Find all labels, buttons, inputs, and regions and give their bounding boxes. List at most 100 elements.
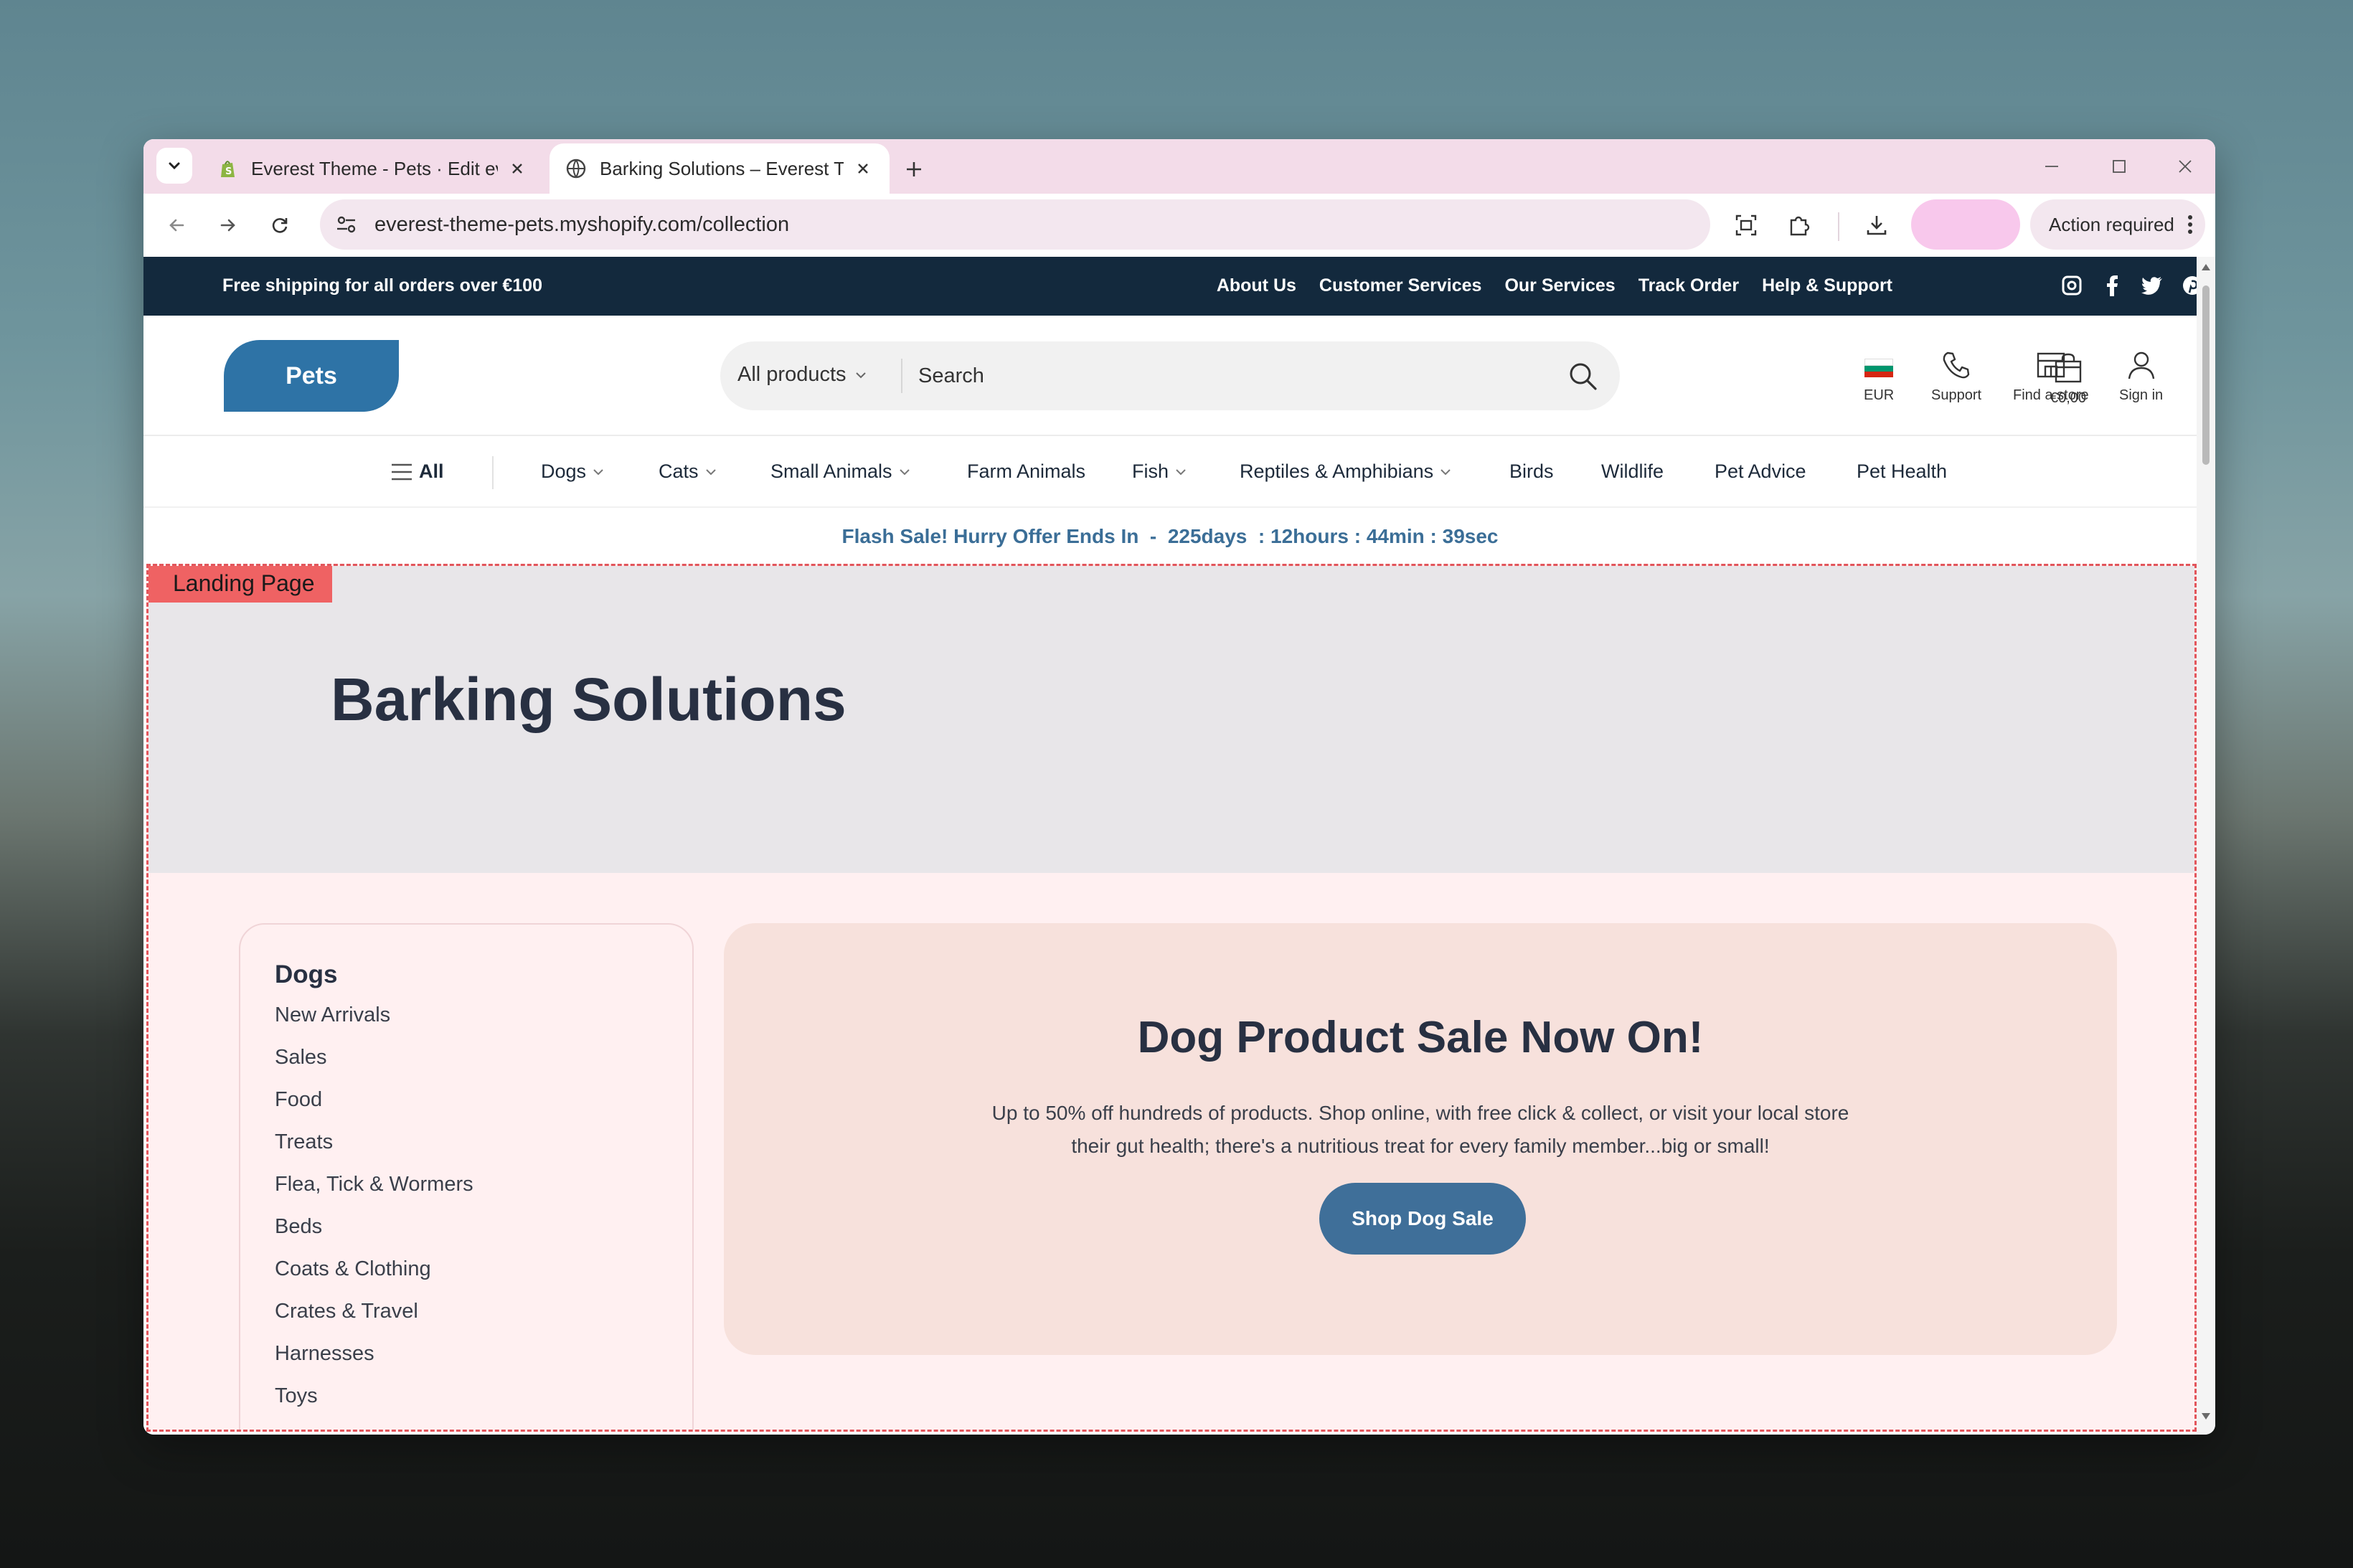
nav-item-dogs[interactable]: Dogs (541, 461, 605, 483)
shop-dog-sale-button[interactable]: Shop Dog Sale (1319, 1183, 1526, 1255)
sidebar-item-new-arrivals[interactable]: New Arrivals (275, 1003, 692, 1046)
profile-button[interactable] (1911, 199, 2020, 250)
search-input[interactable] (918, 354, 1550, 397)
all-categories-menu[interactable]: All (390, 461, 444, 483)
scrollbar-thumb[interactable] (2202, 285, 2210, 465)
twitter-icon[interactable] (2141, 271, 2164, 300)
scroll-down-arrow[interactable] (2202, 1413, 2210, 1420)
nav-item-cats[interactable]: Cats (659, 461, 717, 483)
tab-everest-editor[interactable]: S Everest Theme - Pets · Edit everest (201, 143, 544, 194)
nav-item-wildlife[interactable]: Wildlife (1601, 461, 1664, 483)
search-icon[interactable] (1567, 360, 1598, 392)
category-sidebar: Dogs New Arrivals Sales Food Treats Flea… (239, 923, 694, 1430)
close-window-button[interactable] (2168, 151, 2202, 182)
link-customer-services[interactable]: Customer Services (1319, 275, 1482, 296)
browser-window: S Everest Theme - Pets · Edit everest Ba… (143, 139, 2215, 1435)
sidebar-item-beds[interactable]: Beds (275, 1215, 692, 1257)
shopify-icon: S (221, 161, 235, 177)
shopping-bag-icon (2055, 353, 2082, 383)
address-bar[interactable]: everest-theme-pets.myshopify.com/collect… (320, 199, 1710, 250)
nav-item-reptiles-amphibians[interactable]: Reptiles & Amphibians (1240, 461, 1452, 483)
link-our-services[interactable]: Our Services (1504, 275, 1615, 296)
chevron-down-icon (593, 468, 603, 475)
sign-in-link[interactable]: Sign in (2119, 349, 2163, 404)
cart-button[interactable]: €0,00 (2050, 351, 2086, 407)
promo-line-1: Up to 50% off hundreds of products. Shop… (991, 1102, 1849, 1124)
nav-item-farm-animals[interactable]: Farm Animals (967, 461, 1085, 483)
support-label: Support (1931, 387, 1982, 403)
close-tab-icon[interactable] (852, 158, 874, 179)
link-help-support[interactable]: Help & Support (1762, 275, 1892, 296)
forward-button[interactable] (211, 208, 245, 242)
currency-selector[interactable]: EUR (1864, 349, 1894, 404)
screenshot-button[interactable] (1729, 208, 1763, 242)
nav-label: Birds (1509, 461, 1554, 482)
nav-item-fish[interactable]: Fish (1132, 461, 1187, 483)
site-logo[interactable]: Pets (224, 340, 399, 412)
tab-title: Everest Theme - Pets · Edit everest (251, 157, 498, 179)
pinterest-icon[interactable] (2181, 271, 2197, 300)
nav-item-pet-health[interactable]: Pet Health (1857, 461, 1947, 483)
site-settings-icon[interactable] (334, 212, 359, 237)
site-header: Pets All products EUR Support (143, 316, 2197, 436)
page-viewport: Free shipping for all orders over €100 A… (143, 257, 2197, 1435)
arrow-left-icon (169, 219, 184, 232)
download-icon (1867, 216, 1887, 235)
cart-total: €0,00 (2050, 390, 2087, 406)
minimize-button[interactable] (2034, 151, 2069, 182)
promo-title: Dog Product Sale Now On! (1137, 1013, 1704, 1062)
new-tab-button[interactable] (898, 154, 930, 185)
chevron-down-icon (1440, 468, 1451, 475)
sidebar-item-food[interactable]: Food (275, 1088, 692, 1130)
toolbar-divider (1838, 212, 1839, 241)
scroll-up-arrow[interactable] (2202, 264, 2210, 270)
social-links (2060, 271, 2197, 300)
screenshot-icon (1735, 214, 1757, 236)
nav-label: Wildlife (1601, 461, 1664, 482)
nav-label: Pet Health (1857, 461, 1948, 482)
promo-line-2: their gut health; there's a nutritious t… (1071, 1135, 1770, 1157)
page-scrollbar[interactable] (2197, 257, 2215, 1435)
support-link[interactable]: Support (1931, 349, 1981, 404)
nav-label: Dogs (541, 461, 587, 482)
maximize-button[interactable] (2102, 151, 2136, 182)
chevron-down-icon (1176, 468, 1186, 475)
link-about-us[interactable]: About Us (1217, 275, 1296, 296)
landing-page-tag: Landing Page (148, 566, 332, 603)
search-category-select[interactable]: All products (737, 363, 868, 387)
close-tab-icon[interactable] (506, 158, 528, 179)
more-vertical-icon (2187, 215, 2192, 234)
tab-search-button[interactable] (156, 148, 192, 184)
action-required-button[interactable]: Action required (2030, 199, 2205, 250)
announcement-bar: Free shipping for all orders over €100 A… (143, 257, 2197, 316)
sidebar-item-crates-travel[interactable]: Crates & Travel (275, 1300, 692, 1342)
collection-hero: Barking Solutions (148, 566, 2194, 873)
nav-item-pet-advice[interactable]: Pet Advice (1715, 461, 1806, 483)
instagram-icon[interactable] (2060, 271, 2083, 300)
chevron-down-icon (169, 162, 180, 170)
bulgaria-flag-icon (1864, 359, 1894, 377)
sidebar-item-coats-clothing[interactable]: Coats & Clothing (275, 1257, 692, 1300)
extensions-button[interactable] (1782, 208, 1816, 242)
sidebar-item-treats[interactable]: Treats (275, 1130, 692, 1173)
back-button[interactable] (159, 208, 194, 242)
sidebar-heading: Dogs (275, 960, 338, 988)
nav-item-birds[interactable]: Birds (1509, 461, 1554, 483)
maximize-icon (2113, 160, 2126, 173)
tab-barking-solutions[interactable]: Barking Solutions – Everest Theme (550, 143, 890, 194)
arrow-right-icon (220, 219, 235, 232)
reload-button[interactable] (263, 208, 297, 242)
shipping-message: Free shipping for all orders over €100 (222, 275, 542, 296)
link-track-order[interactable]: Track Order (1638, 275, 1739, 296)
sidebar-item-toys[interactable]: Toys (275, 1384, 692, 1427)
facebook-icon[interactable] (2100, 271, 2123, 300)
minimize-icon (2045, 166, 2058, 167)
globe-icon (566, 159, 586, 179)
sidebar-item-flea-tick-wormers[interactable]: Flea, Tick & Wormers (275, 1173, 692, 1215)
search-divider (901, 359, 902, 393)
chevron-down-icon (855, 372, 866, 378)
sidebar-item-sales[interactable]: Sales (275, 1046, 692, 1088)
downloads-button[interactable] (1859, 208, 1894, 242)
nav-item-small-animals[interactable]: Small Animals (770, 461, 911, 483)
sidebar-item-harnesses[interactable]: Harnesses (275, 1342, 692, 1384)
